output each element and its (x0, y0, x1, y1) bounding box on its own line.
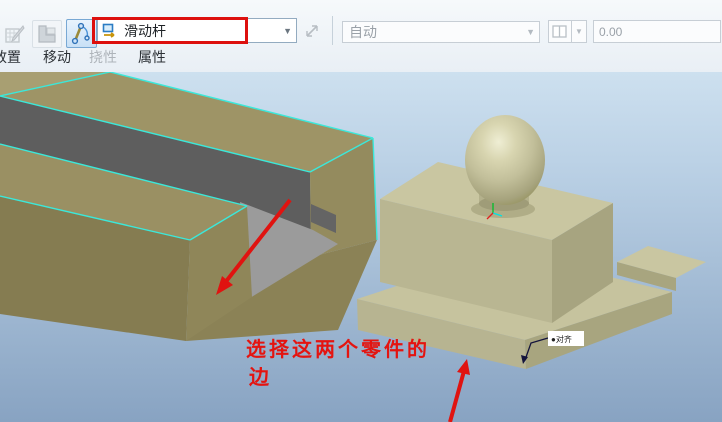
chevron-down-icon: ▼ (526, 27, 535, 37)
connection-type-combobox[interactable]: 滑动杆 ▼ (97, 18, 297, 43)
chevron-down-icon: ▼ (572, 20, 587, 43)
connection-toolbar: 滑动杆 ▼ 自动 ▼ ▼ 0.00 置 移动 挠性 属性 (0, 0, 722, 72)
tab-placement[interactable]: 放置 (0, 47, 21, 67)
component-placement-button[interactable] (32, 20, 62, 48)
ball-knob[interactable] (465, 115, 545, 205)
tab-flexibility[interactable]: 挠性 (89, 47, 117, 67)
3d-scene: ●对齐 (0, 72, 706, 422)
flip-constraint-button[interactable] (301, 19, 323, 43)
joint-connection-icon (71, 22, 90, 45)
connection-type-value: 滑动杆 (124, 22, 166, 39)
edit-definition-button[interactable] (4, 22, 28, 48)
tab-properties[interactable]: 属性 (138, 47, 166, 67)
toolbar-separator (332, 16, 333, 45)
3d-viewport[interactable]: ●对齐 选择这两个零件的 边 (0, 72, 722, 422)
constraint-value: 自动 (349, 24, 377, 40)
constraint-combobox[interactable]: 自动 ▼ (342, 21, 540, 43)
annotation-text-line1: 选择这两个零件的 (246, 339, 430, 361)
annotation-arrow-right (448, 359, 470, 422)
corner-block-icon (38, 25, 56, 43)
slider-part[interactable] (357, 115, 706, 369)
orientation-split-button[interactable]: ▼ (548, 20, 587, 43)
offset-value-input[interactable] (593, 20, 721, 43)
flip-arrows-icon (306, 25, 318, 37)
edit-hatch-pencil-icon (5, 25, 25, 43)
channel-part[interactable] (0, 72, 378, 341)
chevron-down-icon[interactable]: ▼ (283, 26, 292, 36)
constraint-tag-label: ●对齐 (551, 334, 572, 344)
tab-move[interactable]: 移动 (43, 47, 71, 67)
columns-icon (552, 24, 567, 38)
kinematic-connection-button[interactable] (66, 19, 97, 48)
slider-connection-icon (102, 23, 115, 38)
annotation-text-line2: 边 (249, 367, 272, 389)
cad-window: 滑动杆 ▼ 自动 ▼ ▼ 0.00 置 移动 挠性 属性 ●对齐 选择这两个零件… (0, 0, 722, 422)
